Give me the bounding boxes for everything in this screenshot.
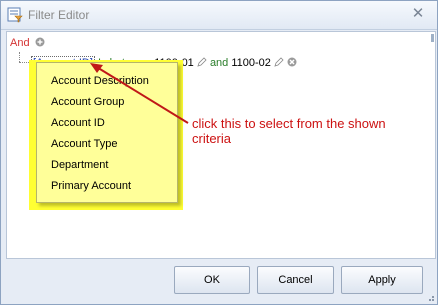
annotation-text: click this to select from the shown crit… xyxy=(192,116,422,146)
annotation-arrow xyxy=(90,63,189,124)
annotation-line-1: click this to select from the shown xyxy=(192,116,386,131)
annotation-line-2: criteria xyxy=(192,131,232,146)
